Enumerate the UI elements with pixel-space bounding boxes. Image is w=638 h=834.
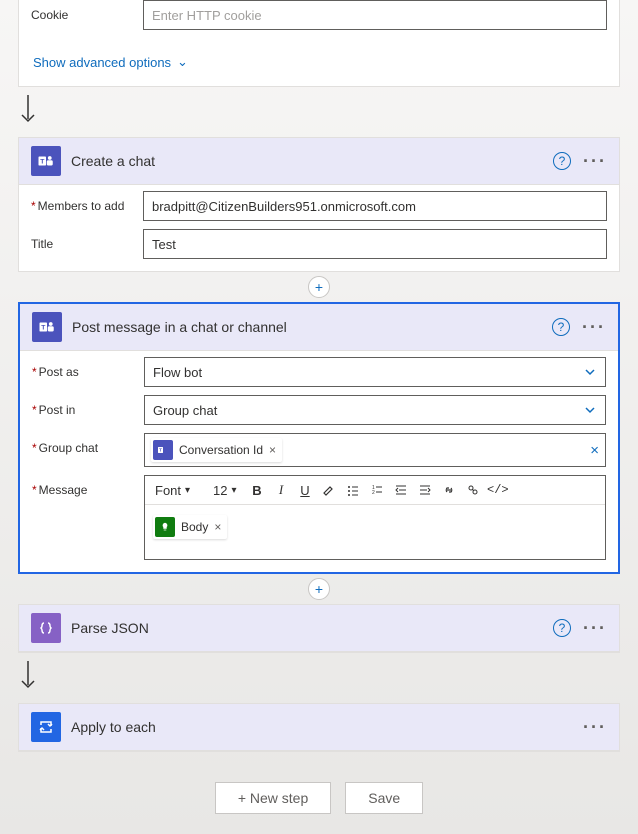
new-step-button[interactable]: + New step [215,782,331,814]
attach-icon[interactable] [463,480,483,500]
more-actions-icon[interactable]: ··· [583,618,607,639]
members-row: *Members to add bradpitt@CitizenBuilders… [31,191,607,221]
add-step-button[interactable]: + [308,578,330,600]
create-chat-title: Create a chat [71,153,553,169]
link-icon[interactable] [439,480,459,500]
help-icon[interactable]: ? [553,619,571,637]
chevron-down-icon [583,365,597,379]
more-actions-icon[interactable]: ··· [583,717,607,738]
http-action-card-bottom: Cookie Enter HTTP cookie Show advanced o… [18,0,620,87]
teams-icon: T [153,440,173,460]
indent-icon[interactable] [415,480,435,500]
post-as-select[interactable]: Flow bot [144,357,606,387]
chevron-down-icon [583,403,597,417]
create-chat-card: T Create a chat ? ··· *Members to add br… [18,137,620,272]
message-label: *Message [32,475,144,497]
parse-json-header[interactable]: Parse JSON ? ··· [19,605,619,652]
show-advanced-options-link[interactable]: Show advanced options ⌄ [19,42,619,86]
help-icon[interactable]: ? [552,318,570,336]
connector-arrow [18,87,620,137]
lightbulb-icon [155,517,175,537]
advanced-options-label: Show advanced options [33,55,171,70]
token-label: Conversation Id [179,443,263,457]
italic-icon[interactable]: I [271,480,291,500]
loop-icon [31,712,61,742]
font-size-select[interactable]: 12 ▾ [209,481,243,500]
members-label: *Members to add [31,191,143,213]
code-view-icon[interactable]: </> [487,480,509,500]
title-row: Title Test [31,229,607,259]
post-as-row: *Post as Flow bot [32,357,606,387]
token-label: Body [181,520,208,534]
more-actions-icon[interactable]: ··· [582,317,606,338]
underline-icon[interactable]: U [295,480,315,500]
apply-to-each-header[interactable]: Apply to each ··· [19,704,619,751]
message-richtext[interactable]: Font ▾ 12 ▾ B I U [144,475,606,560]
parse-json-title: Parse JSON [71,620,553,636]
apply-to-each-card: Apply to each ··· [18,703,620,752]
cookie-label: Cookie [31,0,143,22]
group-chat-input[interactable]: T Conversation Id × × [144,433,606,467]
remove-token-icon[interactable]: × [214,520,221,534]
clear-input-icon[interactable]: × [590,442,599,459]
number-list-icon[interactable]: 12 [367,480,387,500]
parse-json-card: Parse JSON ? ··· [18,604,620,653]
conversation-id-token[interactable]: T Conversation Id × [151,438,282,462]
highlight-icon[interactable] [319,480,339,500]
help-icon[interactable]: ? [553,152,571,170]
members-input[interactable]: bradpitt@CitizenBuilders951.onmicrosoft.… [143,191,607,221]
outdent-icon[interactable] [391,480,411,500]
teams-icon: T [32,312,62,342]
caret-down-icon: ▾ [185,485,190,496]
svg-text:T: T [159,448,162,453]
flow-designer-canvas: Cookie Enter HTTP cookie Show advanced o… [0,0,638,834]
caret-down-icon: ▾ [231,485,236,496]
apply-to-each-title: Apply to each [71,719,583,735]
create-chat-header[interactable]: T Create a chat ? ··· [19,138,619,185]
teams-icon: T [31,146,61,176]
post-in-row: *Post in Group chat [32,395,606,425]
remove-token-icon[interactable]: × [269,443,276,457]
parse-json-icon [31,613,61,643]
cookie-input[interactable]: Enter HTTP cookie [143,0,607,30]
add-step-button[interactable]: + [308,276,330,298]
message-body-area[interactable]: Body × [145,505,605,559]
body-token[interactable]: Body × [153,515,227,539]
group-chat-row: *Group chat T Conversation Id × × [32,433,606,467]
post-in-select[interactable]: Group chat [144,395,606,425]
more-actions-icon[interactable]: ··· [583,151,607,172]
post-message-header[interactable]: T Post message in a chat or channel ? ··… [20,304,618,351]
cookie-row: Cookie Enter HTTP cookie [31,0,607,30]
chat-title-label: Title [31,229,143,251]
svg-text:2: 2 [372,490,375,496]
post-as-value: Flow bot [153,365,202,380]
save-button[interactable]: Save [345,782,423,814]
font-family-select[interactable]: Font ▾ [151,481,205,500]
rte-toolbar: Font ▾ 12 ▾ B I U [145,476,605,505]
post-as-label: *Post as [32,357,144,379]
connector-arrow [18,653,620,703]
message-row: *Message Font ▾ 12 ▾ B I U [32,475,606,560]
chevron-down-icon: ⌄ [177,54,188,70]
post-message-title: Post message in a chat or channel [72,319,552,335]
bold-icon[interactable]: B [247,480,267,500]
post-in-label: *Post in [32,395,144,417]
chat-title-input[interactable]: Test [143,229,607,259]
group-chat-label: *Group chat [32,433,144,455]
footer-buttons: + New step Save [18,782,620,814]
post-message-card: T Post message in a chat or channel ? ··… [18,302,620,574]
bullet-list-icon[interactable] [343,480,363,500]
post-in-value: Group chat [153,403,217,418]
